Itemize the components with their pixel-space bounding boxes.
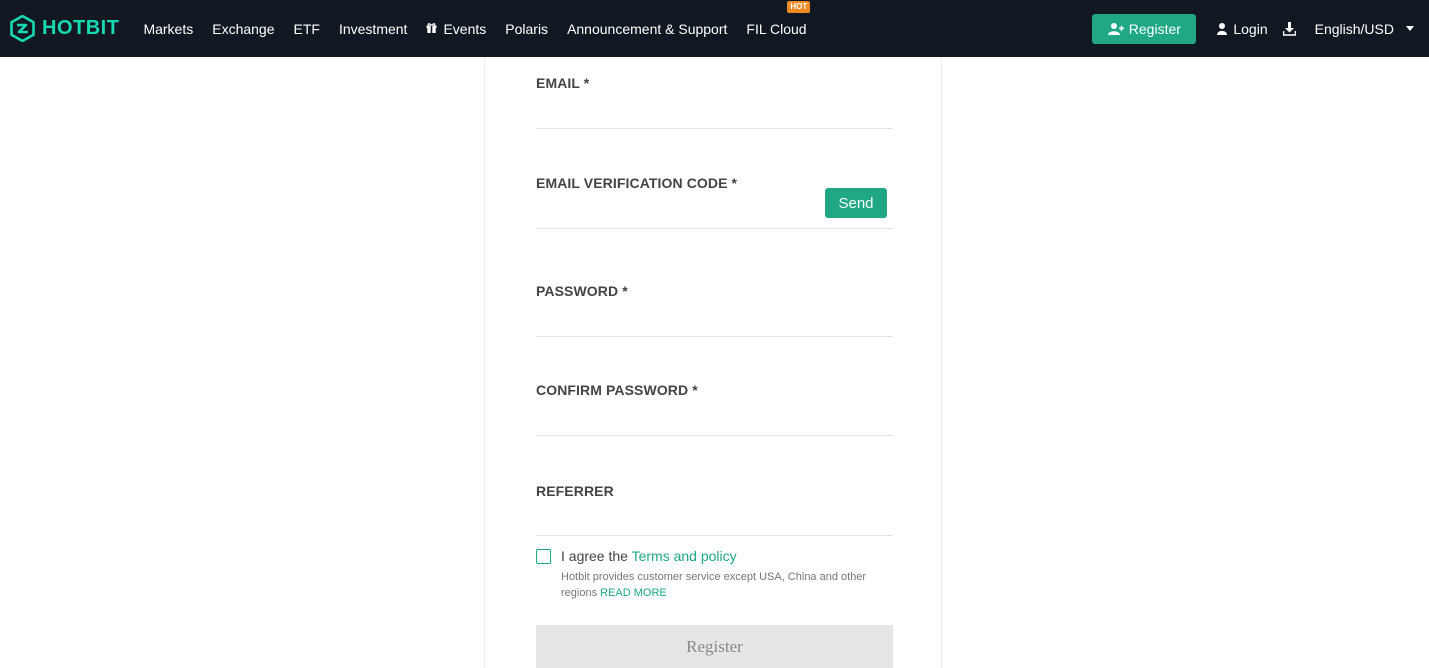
email-underline (536, 128, 893, 129)
register-top-label: Register (1128, 20, 1181, 37)
register-button-top[interactable]: Register (1092, 13, 1197, 44)
email-code-input[interactable] (536, 205, 820, 223)
nav-polaris-label: Polaris (505, 20, 549, 37)
nav-fil-cloud-label: FIL Cloud (746, 20, 807, 37)
service-note: Hotbit provides customer service except … (561, 569, 896, 601)
send-code-button[interactable]: Send (825, 188, 887, 218)
referrer-field-group: REFERRER (536, 483, 893, 537)
user-icon (1217, 22, 1228, 35)
hotbit-logo[interactable]: HOTBIT (9, 15, 119, 42)
language-selector[interactable]: English/USD (1315, 21, 1414, 37)
nav-exchange-label: Exchange (212, 20, 275, 37)
hotbit-logo-icon (10, 15, 35, 42)
chevron-down-icon (1406, 26, 1414, 31)
add-user-icon (1107, 22, 1124, 35)
nav-investment-label: Investment (338, 20, 408, 37)
agree-text: I agree the Terms and policy (561, 548, 737, 564)
email-field-group: EMAIL * (536, 75, 893, 129)
nav-etf-label: ETF (293, 20, 320, 37)
agree-prefix: I agree the (561, 548, 632, 564)
terms-link[interactable]: Terms and policy (632, 548, 737, 564)
register-submit-button[interactable]: Register (536, 625, 893, 668)
nav-polaris[interactable]: Polaris (505, 21, 548, 37)
nav-exchange[interactable]: Exchange (212, 21, 274, 37)
nav-investment[interactable]: Investment (339, 21, 407, 37)
referrer-label: REFERRER (536, 483, 614, 499)
brand-name: HOTBIT (42, 17, 120, 39)
confirm-password-label: CONFIRM PASSWORD * (536, 382, 698, 398)
referrer-underline (536, 535, 893, 536)
confirm-password-field-group: CONFIRM PASSWORD * (536, 382, 893, 436)
register-form-panel: EMAIL * EMAIL VERIFICATION CODE * Send P… (484, 57, 942, 668)
email-code-field-group: EMAIL VERIFICATION CODE * Send (536, 175, 893, 229)
nav-announcement-support[interactable]: Announcement & Support (567, 21, 727, 37)
nav-fil-cloud[interactable]: FIL Cloud HOT (746, 0, 811, 37)
password-input[interactable] (536, 313, 820, 331)
email-code-underline (536, 228, 893, 229)
nav-etf[interactable]: ETF (294, 21, 320, 37)
password-underline (536, 336, 893, 337)
password-label: PASSWORD * (536, 283, 628, 299)
hot-badge: HOT (787, 0, 811, 13)
language-label: English/USD (1314, 20, 1394, 37)
login-link[interactable]: Login (1217, 20, 1268, 37)
gift-icon (426, 22, 437, 36)
right-nav: Register Login English/USD (1092, 0, 1429, 57)
agree-checkbox[interactable] (536, 549, 551, 564)
top-nav-bar: HOTBIT Markets Exchange ETF Investment E… (0, 0, 1429, 57)
nav-markets-label: Markets (143, 20, 194, 37)
read-more-link[interactable]: READ MORE (600, 587, 667, 599)
confirm-password-input[interactable] (536, 412, 820, 430)
login-label: Login (1233, 20, 1268, 37)
email-label: EMAIL * (536, 75, 590, 91)
password-field-group: PASSWORD * (536, 283, 893, 337)
nav-announcement-label: Announcement & Support (567, 20, 728, 37)
nav-events-label: Events (443, 20, 487, 37)
referrer-input[interactable] (536, 513, 820, 531)
nav-markets[interactable]: Markets (143, 21, 193, 37)
confirm-password-underline (536, 435, 893, 436)
nav-events[interactable]: Events (426, 21, 486, 37)
download-icon[interactable] (1282, 21, 1296, 36)
email-input[interactable] (536, 105, 820, 123)
main-nav: Markets Exchange ETF Investment Events P… (143, 0, 825, 57)
